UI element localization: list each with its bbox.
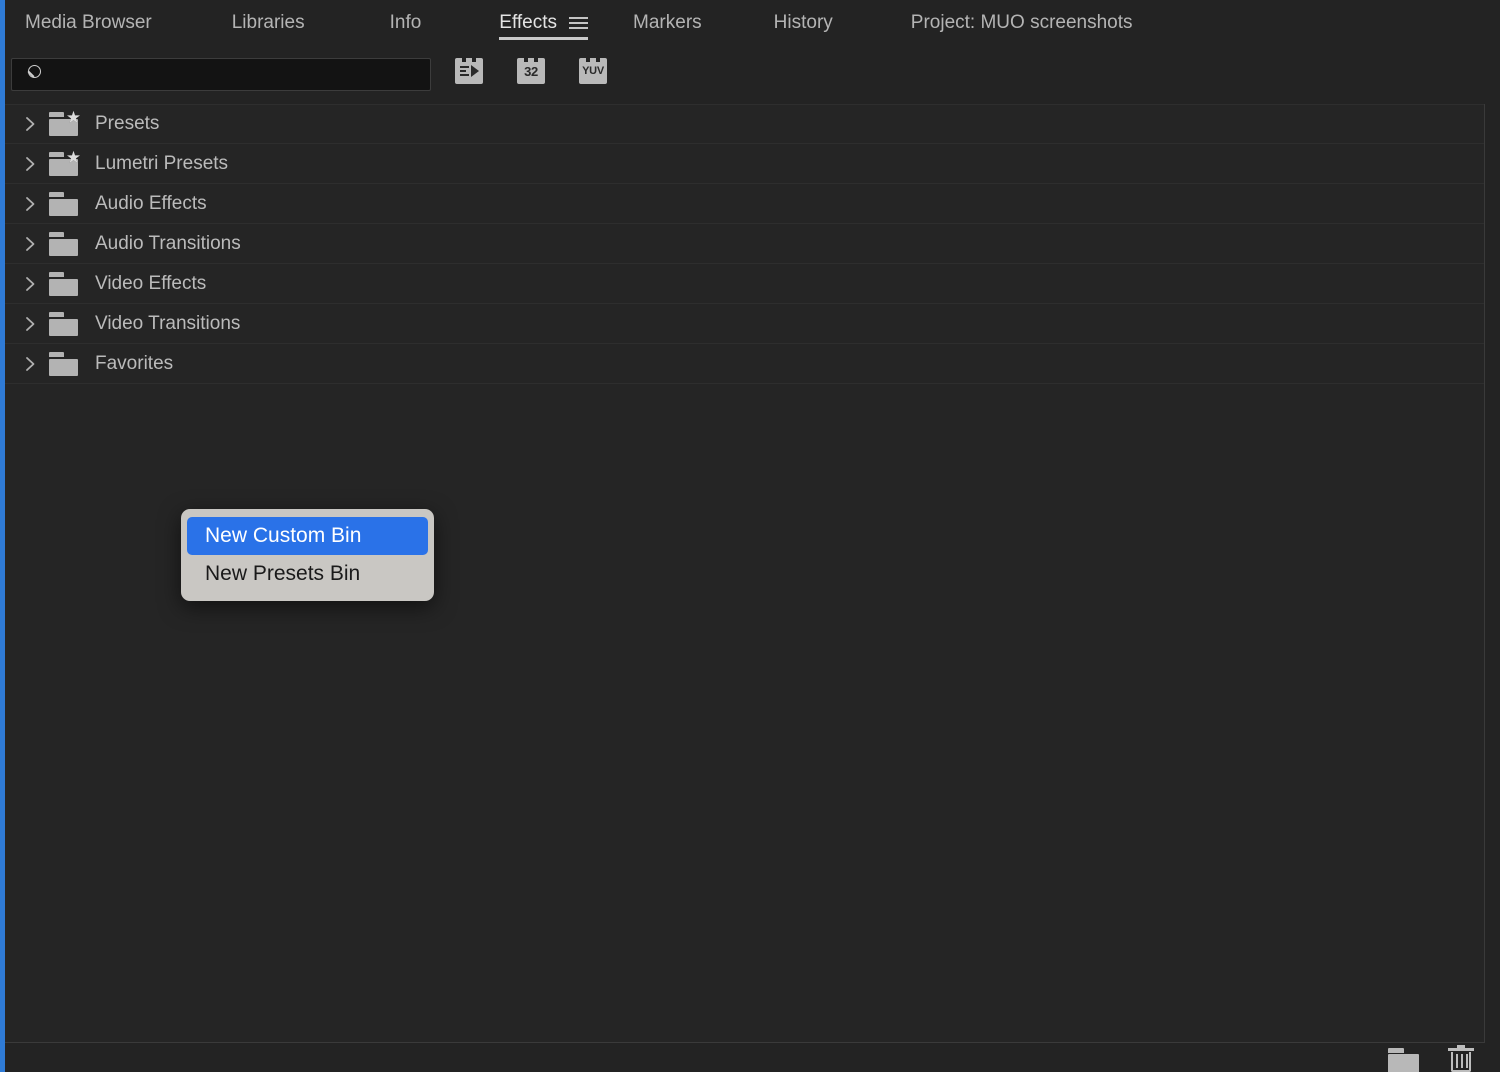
chevron-right-icon[interactable] xyxy=(19,193,41,215)
tree-row-label: Favorites xyxy=(95,352,174,374)
tab-label: Effects xyxy=(499,12,558,33)
search-toolbar: 32 YUV xyxy=(5,46,1500,104)
tree-row-label: Audio Effects xyxy=(95,192,207,214)
tree-row-audio-effects[interactable]: Audio Effects xyxy=(5,184,1484,224)
chevron-right-icon[interactable] xyxy=(19,353,41,375)
tree-row-audio-transitions[interactable]: Audio Transitions xyxy=(5,224,1484,264)
yuv-color-filter-button[interactable]: YUV xyxy=(579,58,607,84)
menu-item-label: New Presets Bin xyxy=(205,562,361,585)
tree-row-lumetri-presets[interactable]: ★ Lumetri Presets xyxy=(5,144,1484,184)
tab-label: Markers xyxy=(633,12,702,33)
tree-row-favorites[interactable]: Favorites xyxy=(5,344,1484,384)
tab-label: Media Browser xyxy=(25,12,152,33)
trash-icon[interactable] xyxy=(1448,1045,1474,1072)
folder-icon xyxy=(49,231,81,256)
tab-label: Project: MUO screenshots xyxy=(910,12,1133,33)
tab-info[interactable]: Info xyxy=(390,0,422,46)
folder-star-icon: ★ xyxy=(49,149,81,176)
tree-row-label: Video Effects xyxy=(95,272,207,294)
accelerated-effects-filter-button[interactable] xyxy=(455,58,483,84)
filter-icon-group: 32 YUV xyxy=(455,58,607,84)
chevron-right-icon[interactable] xyxy=(19,233,41,255)
tab-label: History xyxy=(773,12,833,33)
search-icon xyxy=(24,64,44,85)
yuv-color-icon: YUV xyxy=(582,65,604,77)
search-field[interactable] xyxy=(11,58,431,91)
chevron-right-icon[interactable] xyxy=(19,273,41,295)
chevron-right-icon[interactable] xyxy=(19,153,41,175)
chevron-right-icon[interactable] xyxy=(19,313,41,335)
tab-markers[interactable]: Markers xyxy=(633,0,702,46)
tab-label: Info xyxy=(389,12,422,33)
effects-panel: Media Browser Libraries Info Effects Mar… xyxy=(0,0,1500,1072)
menu-item-new-presets-bin[interactable]: New Presets Bin xyxy=(187,555,428,593)
chevron-right-icon[interactable] xyxy=(19,113,41,135)
tree-row-presets[interactable]: ★ Presets xyxy=(5,104,1484,144)
menu-item-label: New Custom Bin xyxy=(205,524,362,547)
tab-project[interactable]: Project: MUO screenshots xyxy=(911,0,1133,46)
menu-item-new-custom-bin[interactable]: New Custom Bin xyxy=(187,517,428,555)
tree-row-label: Lumetri Presets xyxy=(95,152,229,174)
panel-footer-toolbar xyxy=(5,1043,1500,1072)
tab-history[interactable]: History xyxy=(774,0,833,46)
folder-icon xyxy=(49,191,81,216)
folder-icon xyxy=(49,351,81,376)
tree-row-video-effects[interactable]: Video Effects xyxy=(5,264,1484,304)
tab-label: Libraries xyxy=(231,12,305,33)
32-bit-color-icon: 32 xyxy=(524,63,538,79)
accelerated-effect-icon xyxy=(459,65,479,77)
tree-row-label: Audio Transitions xyxy=(95,232,241,254)
32bit-color-filter-button[interactable]: 32 xyxy=(517,58,545,84)
tree-row-label: Video Transitions xyxy=(95,312,241,334)
tree-row-video-transitions[interactable]: Video Transitions xyxy=(5,304,1484,344)
folder-icon xyxy=(49,271,81,296)
hamburger-menu-icon[interactable] xyxy=(569,17,589,29)
tree-row-label: Presets xyxy=(95,113,160,134)
new-bin-folder-icon[interactable] xyxy=(1388,1046,1422,1072)
context-menu[interactable]: New Custom Bin New Presets Bin xyxy=(181,509,434,601)
search-input[interactable] xyxy=(44,59,430,90)
tab-effects[interactable]: Effects xyxy=(499,0,589,46)
tab-libraries[interactable]: Libraries xyxy=(232,0,305,46)
active-tab-underline xyxy=(499,37,589,40)
folder-star-icon: ★ xyxy=(49,109,81,136)
footer-tool-group xyxy=(1388,1043,1474,1072)
tab-media-browser[interactable]: Media Browser xyxy=(25,0,152,46)
panel-tab-bar: Media Browser Libraries Info Effects Mar… xyxy=(5,0,1500,46)
folder-icon xyxy=(49,311,81,336)
